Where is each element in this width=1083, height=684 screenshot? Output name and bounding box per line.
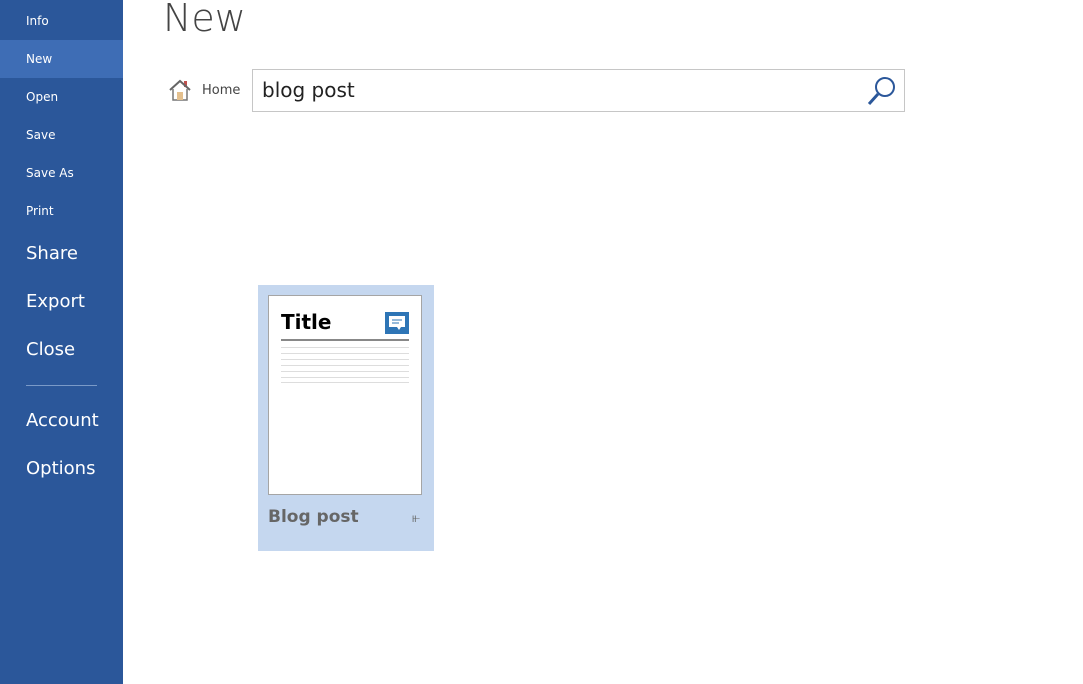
backstage-sidebar: Info New Open Save Save As Print Share E… [0,0,123,684]
template-search-box [252,69,905,112]
home-label: Home [202,82,241,98]
pin-icon[interactable]: ⫦ [412,510,420,526]
sidebar-divider [26,385,97,386]
sidebar-item-close[interactable]: Close [26,339,75,360]
text-line [281,377,409,378]
search-icon[interactable] [866,75,898,107]
text-line [281,347,409,348]
home-icon [169,79,191,101]
sidebar-item-share[interactable]: Share [26,243,78,264]
home-button[interactable]: Home [168,78,240,102]
template-name: Blog post [268,507,359,527]
page-title: New [163,0,246,40]
search-input[interactable] [260,70,854,110]
sidebar-item-account[interactable]: Account [26,410,99,431]
sidebar-item-print[interactable]: Print [0,192,123,230]
sidebar-item-save-as[interactable]: Save As [0,154,123,192]
template-card-blog-post[interactable]: Title Blog post ⫦ [258,285,434,551]
text-line [281,371,409,372]
text-line [281,365,409,366]
thumbnail-title: Title [281,310,332,334]
title-rule [281,339,409,341]
comment-icon [385,312,409,334]
sidebar-item-info[interactable]: Info [0,2,123,40]
sidebar-item-options[interactable]: Options [26,458,95,479]
template-thumbnail: Title [268,295,422,495]
text-line [281,353,409,354]
text-line [281,382,409,383]
sidebar-item-open[interactable]: Open [0,78,123,116]
text-line [281,359,409,360]
sidebar-item-export[interactable]: Export [26,291,85,312]
sidebar-item-save[interactable]: Save [0,116,123,154]
sidebar-item-new[interactable]: New [0,40,123,78]
